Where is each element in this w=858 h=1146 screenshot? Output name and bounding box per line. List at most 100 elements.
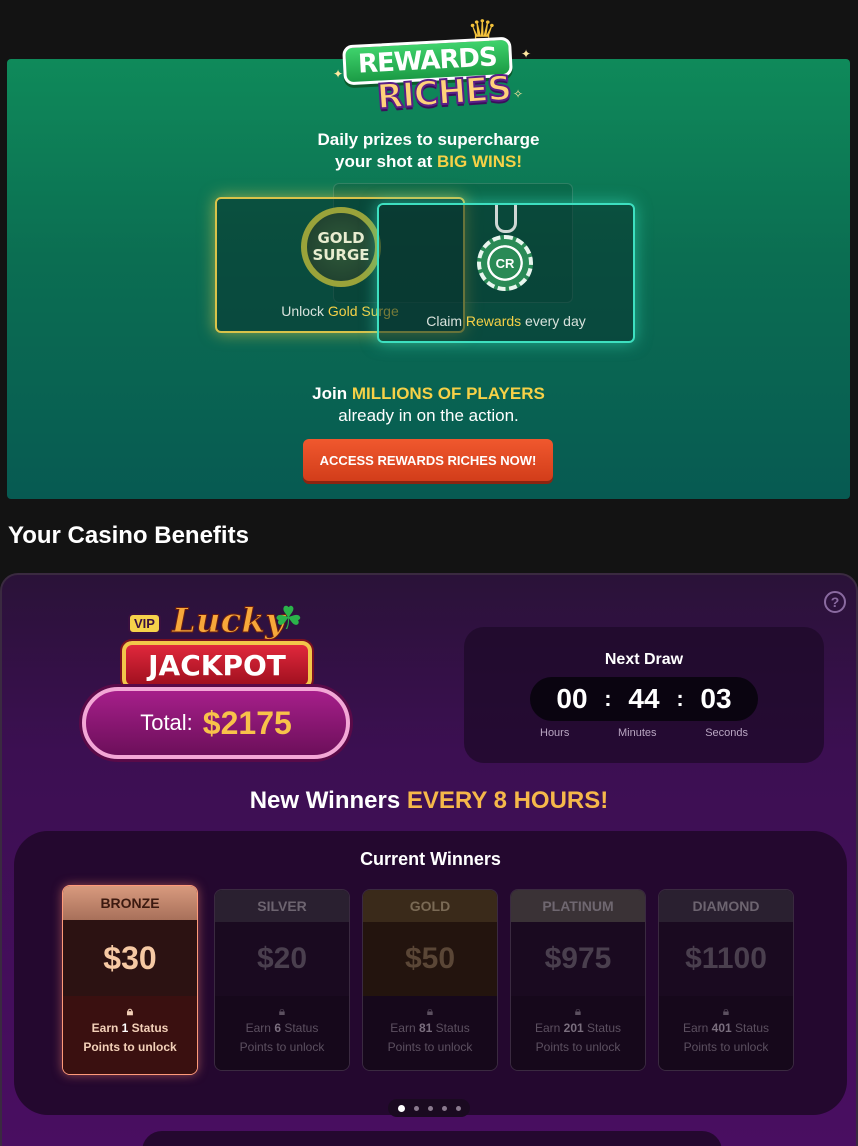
join-text: Join MILLIONS OF PLAYERS already in on t… xyxy=(7,383,850,427)
req-points: 201 xyxy=(563,1021,584,1035)
badge-line1: GOLD xyxy=(317,229,365,247)
lock-icon: 🔒︎ xyxy=(426,1004,434,1018)
rewards-banner: ♛ ✦ ✦ ✧ REWARDS RICHES Daily prizes to s… xyxy=(7,14,850,499)
question-circle-icon[interactable]: ? xyxy=(824,591,846,613)
req-line1: Earn 81 Status xyxy=(363,1019,497,1038)
pagination-dot[interactable] xyxy=(413,1105,419,1111)
lock-icon: 🔒︎ xyxy=(722,1004,730,1018)
pagination-dot[interactable] xyxy=(397,1104,405,1112)
req-prefix: Earn xyxy=(245,1021,275,1035)
carousel-pagination[interactable] xyxy=(388,1099,470,1117)
tier-requirement: 🔒︎ Earn 81 Status Points to unlock xyxy=(363,996,497,1070)
tagline-line1: Daily prizes to supercharge xyxy=(317,130,540,149)
req-suffix: Status xyxy=(731,1021,770,1035)
req-prefix: Earn xyxy=(91,1021,122,1035)
label-prefix: Unlock xyxy=(281,303,328,319)
tagline-line2: your shot at BIG WINS! xyxy=(7,151,850,173)
req-prefix: Earn xyxy=(682,1021,712,1035)
access-rewards-button[interactable]: ACCESS REWARDS RICHES NOW! xyxy=(303,439,553,481)
feature-cards: GOLD SURGE Unlock Gold Surge CR Claim Re… xyxy=(207,183,637,343)
headline-highlight: EVERY 8 HOURS! xyxy=(406,787,609,814)
join-highlight: MILLIONS OF PLAYERS xyxy=(351,384,545,403)
pagination-dot[interactable] xyxy=(441,1105,447,1111)
req-points: 401 xyxy=(711,1021,732,1035)
tier-amount: $20 xyxy=(256,942,308,975)
tier-card-gold[interactable]: GOLD $50 🔒︎ Earn 81 Status Points to unl… xyxy=(362,889,498,1071)
total-label: Total: xyxy=(140,710,193,735)
req-line2: Points to unlock xyxy=(239,1040,325,1054)
banner-tagline: Daily prizes to supercharge your shot at… xyxy=(7,129,850,173)
tier-amount: $30 xyxy=(63,920,197,996)
vip-tag: VIP xyxy=(128,613,161,634)
tier-amount: $50 xyxy=(363,922,497,996)
tier-name: BRONZE xyxy=(63,886,197,920)
countdown-timer: 00 : 44 : 03 xyxy=(530,677,758,721)
lock-icon: 🔒︎ xyxy=(278,1004,286,1018)
tier-requirement: 🔒︎ Earn 201 Status Points to unlock xyxy=(511,996,645,1070)
jackpot-total: Total: $2175 xyxy=(82,687,350,759)
next-draw-box: Next Draw 00 : 44 : 03 Hours Minutes Sec… xyxy=(464,627,824,763)
join-line1: Join MILLIONS OF PLAYERS xyxy=(7,383,850,405)
next-draw-title: Next Draw xyxy=(604,651,684,668)
jackpot-plate: JACKPOT xyxy=(122,641,312,689)
new-winners-headline: New Winners EVERY 8 HOURS! xyxy=(2,787,856,815)
lock-icon: 🔒︎ xyxy=(126,1004,134,1018)
casino-benefits-panel: ? VIP Lucky ☘ JACKPOT Total: $2175 Next … xyxy=(0,573,858,1146)
clover-icon: ☘ xyxy=(274,600,303,636)
label-prefix: Claim xyxy=(426,313,466,329)
hours-label: Hours xyxy=(540,727,570,739)
req-suffix: Status xyxy=(432,1021,470,1035)
tier-amount: $1100 xyxy=(685,942,767,975)
badge-line2: SURGE xyxy=(312,246,370,264)
req-line2: Points to unlock xyxy=(83,1040,177,1054)
tagline-highlight: BIG WINS! xyxy=(437,152,522,171)
req-line1: Earn 6 Status xyxy=(215,1019,349,1038)
sparkle-icon: ✧ xyxy=(513,87,524,101)
logo-riches-text: RICHES xyxy=(375,67,513,118)
req-suffix: Status xyxy=(583,1021,622,1035)
sparkle-icon: ✦ xyxy=(333,67,344,81)
minutes-label: Minutes xyxy=(618,727,657,739)
claim-rewards-card: CR Claim Rewards every day xyxy=(377,203,635,343)
req-line2: Points to unlock xyxy=(535,1040,621,1054)
tier-card-bronze[interactable]: BRONZE $30 🔒︎ Earn 1 Status Points to un… xyxy=(62,885,198,1075)
req-suffix: Status xyxy=(128,1021,169,1035)
section-title: Your Casino Benefits xyxy=(8,522,249,549)
claw-icon xyxy=(495,205,517,233)
next-section-box xyxy=(142,1131,722,1146)
timer-minutes: 44 xyxy=(628,683,660,714)
tier-requirement: 🔒︎ Earn 1 Status Points to unlock xyxy=(63,996,197,1074)
gold-surge-badge-icon: GOLD SURGE xyxy=(301,207,381,287)
lucky-text: Lucky xyxy=(172,601,286,642)
timer-separator: : xyxy=(604,686,612,711)
tier-name: PLATINUM xyxy=(511,890,645,922)
total-value: $2175 xyxy=(202,704,292,741)
pagination-dot[interactable] xyxy=(455,1105,461,1111)
headline-prefix: New Winners xyxy=(249,787,407,814)
tier-card-diamond[interactable]: DIAMOND $1100 🔒︎ Earn 401 Status Points … xyxy=(658,889,794,1071)
chip-text: CR xyxy=(495,255,515,271)
timer-separator: : xyxy=(676,686,684,711)
pagination-dot[interactable] xyxy=(427,1105,433,1111)
sparkle-icon: ✦ xyxy=(521,47,532,61)
tier-name: DIAMOND xyxy=(659,890,793,922)
current-winners-box: Current Winners BRONZE $30 🔒︎ Earn 1 Sta… xyxy=(14,831,847,1115)
tier-requirement: 🔒︎ Earn 401 Status Points to unlock xyxy=(659,996,793,1070)
req-suffix: Status xyxy=(281,1021,319,1035)
join-prefix: Join xyxy=(312,384,352,403)
req-line1: Earn 401 Status xyxy=(659,1019,793,1038)
tier-requirement: 🔒︎ Earn 6 Status Points to unlock xyxy=(215,996,349,1070)
tier-carousel[interactable]: BRONZE $30 🔒︎ Earn 1 Status Points to un… xyxy=(62,885,802,1075)
tier-name: GOLD xyxy=(363,890,497,922)
req-prefix: Earn xyxy=(534,1021,564,1035)
lock-icon: 🔒︎ xyxy=(574,1004,582,1018)
tier-card-platinum[interactable]: PLATINUM $975 🔒︎ Earn 201 Status Points … xyxy=(510,889,646,1071)
casino-chip-icon: CR xyxy=(477,235,533,291)
timer-seconds: 03 xyxy=(700,683,732,714)
tier-card-silver[interactable]: SILVER $20 🔒︎ Earn 6 Status Points to un… xyxy=(214,889,350,1071)
current-winners-title: Current Winners xyxy=(360,849,501,869)
seconds-label: Seconds xyxy=(705,727,748,739)
req-line2: Points to unlock xyxy=(387,1040,473,1054)
req-line1: Earn 201 Status xyxy=(511,1019,645,1038)
tier-amount: $975 xyxy=(544,942,612,975)
